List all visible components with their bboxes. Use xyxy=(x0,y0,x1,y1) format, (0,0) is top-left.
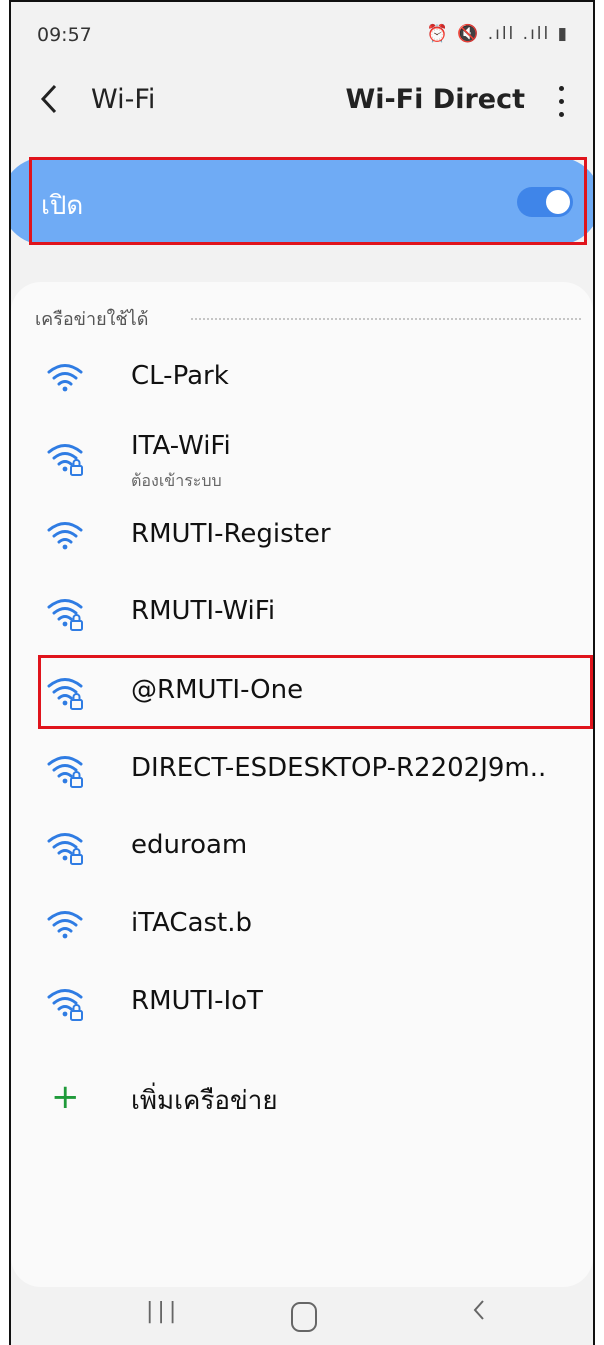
network-item[interactable]: ITA-WiFi ต้องเข้าระบบ xyxy=(11,425,593,495)
add-network-button[interactable]: + เพิ่มเครือข่าย xyxy=(11,1064,593,1134)
network-name: iTACast.b xyxy=(131,908,253,938)
recent-apps-button[interactable]: ||| xyxy=(146,1299,180,1324)
home-button[interactable] xyxy=(291,1302,317,1332)
wifi-lock-icon xyxy=(45,827,85,867)
navigation-bar: ||| xyxy=(11,1287,593,1345)
back-button[interactable] xyxy=(39,82,69,122)
network-name: RMUTI-IoT xyxy=(131,986,263,1016)
back-nav-icon[interactable] xyxy=(471,1295,487,1325)
network-item[interactable]: CL-Park xyxy=(11,345,593,415)
network-item[interactable]: RMUTI-WiFi xyxy=(11,580,593,650)
network-name: RMUTI-Register xyxy=(131,519,331,549)
wifi-icon xyxy=(45,905,85,945)
network-item[interactable]: iTACast.b xyxy=(11,892,593,962)
wifi-lock-icon xyxy=(45,438,85,478)
network-item[interactable]: RMUTI-Register xyxy=(11,503,593,573)
plus-icon: + xyxy=(51,1077,80,1117)
wifi-direct-button[interactable]: Wi-Fi Direct xyxy=(345,84,525,115)
network-item[interactable]: DIRECT-ESDESKTOP-R2202J9m.. xyxy=(11,737,593,807)
wifi-lock-icon xyxy=(45,750,85,790)
status-icons: ⏰ 🔇 .ıll .ıll ▮ xyxy=(426,24,569,44)
wifi-lock-icon xyxy=(45,983,85,1023)
section-divider xyxy=(191,318,581,320)
wifi-icon xyxy=(45,516,85,556)
page-title: Wi-Fi xyxy=(91,84,156,115)
network-name: CL-Park xyxy=(131,361,229,391)
highlight-box-network xyxy=(38,655,593,729)
status-bar: 09:57 ⏰ 🔇 .ıll .ıll ▮ xyxy=(11,2,593,62)
network-list-card: เครือข่ายใช้ได้ CL-Park ITA-WiFi ต้องเข้าร… xyxy=(11,282,593,1287)
network-name: DIRECT-ESDESKTOP-R2202J9m.. xyxy=(131,753,547,783)
wifi-lock-icon xyxy=(45,593,85,633)
available-networks-heading: เครือข่ายใช้ได้ xyxy=(35,309,149,330)
app-bar: Wi-Fi Wi-Fi Direct xyxy=(11,72,593,132)
highlight-box-toggle xyxy=(29,157,587,245)
more-options-icon[interactable] xyxy=(551,80,571,124)
network-name: RMUTI-WiFi xyxy=(131,596,276,626)
network-item[interactable]: RMUTI-IoT xyxy=(11,970,593,1040)
network-name: eduroam xyxy=(131,830,248,860)
phone-screen: 09:57 ⏰ 🔇 .ıll .ıll ▮ Wi-Fi Wi-Fi Direct… xyxy=(9,0,595,1345)
chevron-left-icon xyxy=(40,84,57,114)
network-subtitle: ต้องเข้าระบบ xyxy=(131,471,222,490)
status-time: 09:57 xyxy=(37,24,92,46)
network-name: ITA-WiFi xyxy=(131,431,231,461)
wifi-icon xyxy=(45,358,85,398)
add-network-label: เพิ่มเครือข่าย xyxy=(131,1086,278,1116)
network-item[interactable]: eduroam xyxy=(11,814,593,884)
